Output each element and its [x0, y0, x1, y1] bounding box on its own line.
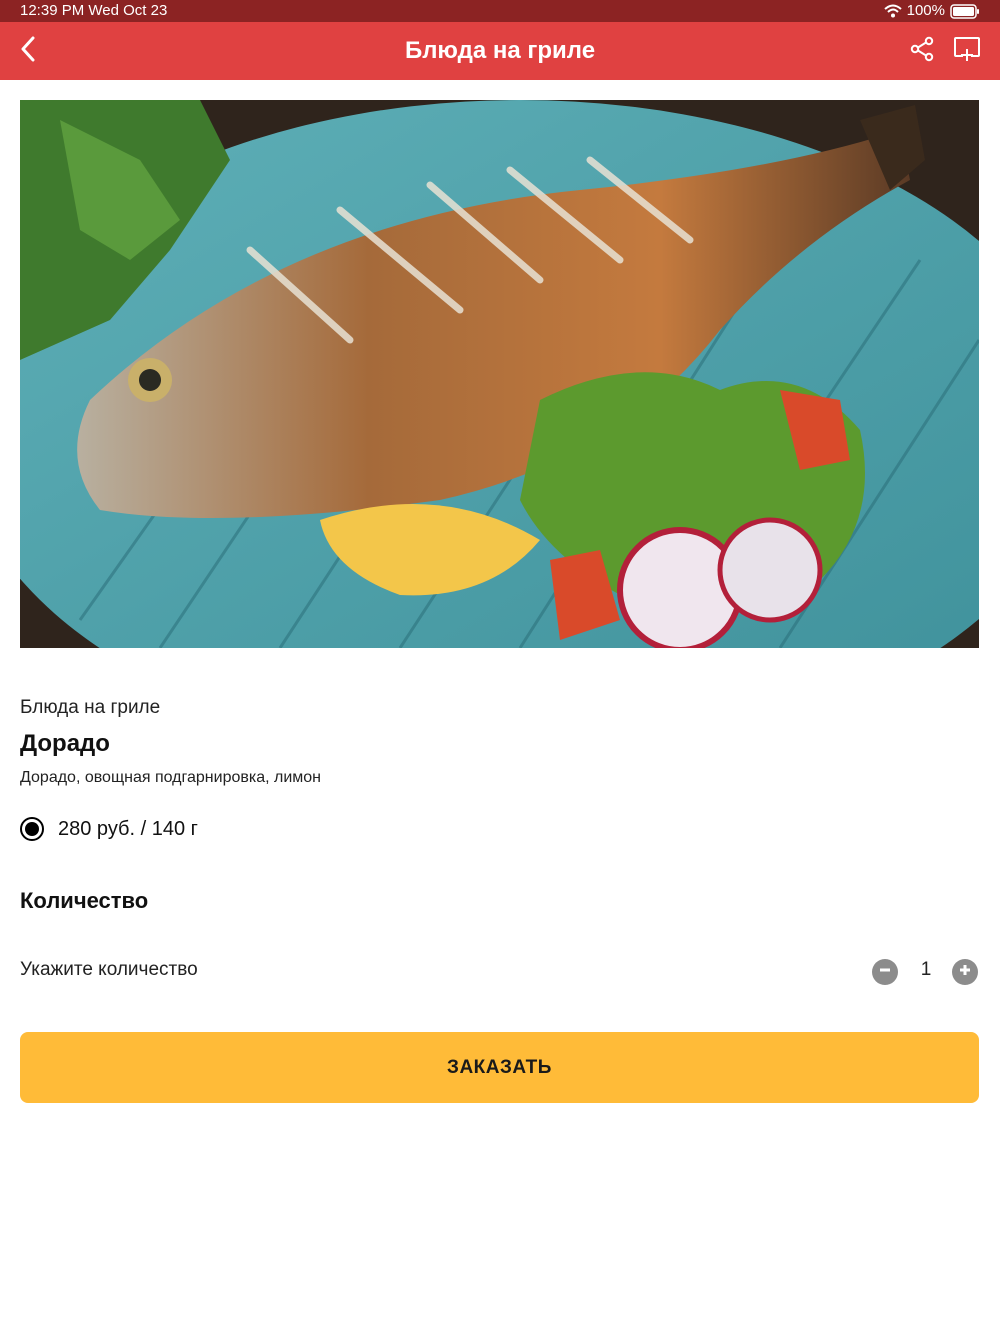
nav-bar: Блюда на гриле	[0, 22, 1000, 80]
quantity-value: 1	[920, 959, 932, 980]
page-title: Блюда на гриле	[404, 37, 596, 64]
price-option[interactable]: 280 руб. / 140 г	[20, 815, 198, 843]
chevron-left-icon	[20, 36, 36, 67]
wifi-icon	[883, 4, 902, 18]
dish-photo	[20, 100, 979, 648]
status-indicators: 100%	[883, 0, 980, 22]
minus-icon	[878, 963, 892, 982]
product-description: Дорадо, овощная подгарнировка, лимон	[20, 769, 322, 786]
battery-icon	[950, 3, 980, 19]
quantity-label: Укажите количество	[20, 959, 198, 980]
radio-button[interactable]	[20, 817, 44, 841]
product-name: Дорадо	[20, 730, 110, 757]
plus-icon	[958, 963, 972, 982]
cast-button[interactable]	[945, 22, 989, 80]
radio-selected-dot	[25, 822, 39, 836]
quantity-heading: Количество	[20, 888, 149, 913]
back-button[interactable]	[6, 22, 50, 80]
cast-add-icon	[953, 36, 981, 67]
quantity-row: Укажите количество 1	[20, 955, 979, 987]
order-button[interactable]: ЗАКАЗАТЬ	[20, 1032, 979, 1103]
share-icon	[909, 36, 935, 67]
status-bar: 12:39 PM Wed Oct 23 100%	[0, 0, 1000, 22]
decrease-quantity-button[interactable]	[872, 959, 898, 985]
status-time: 12:39 PM Wed Oct 23	[20, 2, 168, 19]
share-button[interactable]	[900, 22, 944, 80]
battery-percent: 100%	[906, 2, 945, 19]
increase-quantity-button[interactable]	[952, 959, 978, 985]
product-category: Блюда на гриле	[20, 697, 161, 718]
price-option-label: 280 руб. / 140 г	[58, 817, 198, 840]
